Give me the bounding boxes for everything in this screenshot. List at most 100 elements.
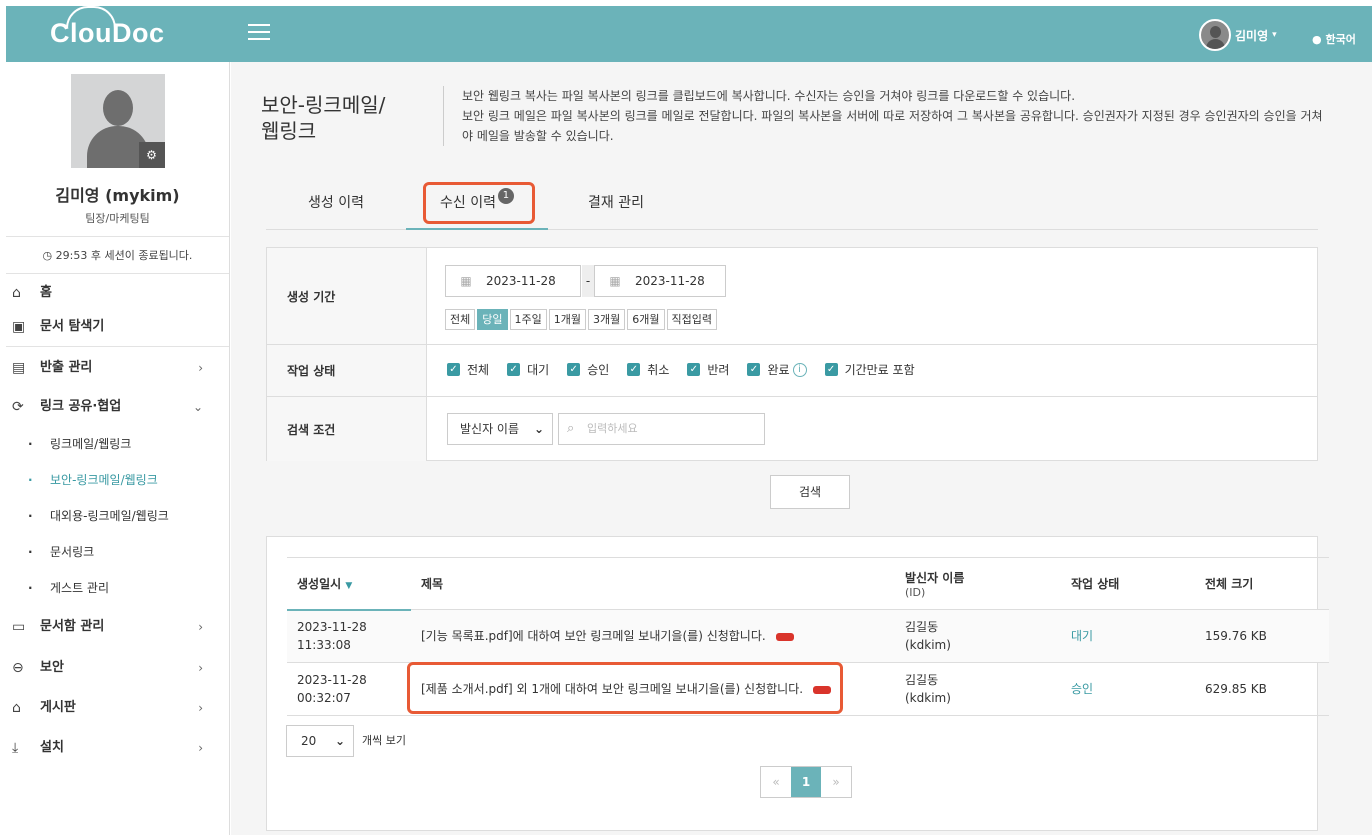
prev-page-button[interactable]: «	[761, 767, 791, 797]
next-page-button[interactable]: »	[821, 767, 851, 797]
range-custom-button[interactable]: 직접입력	[666, 309, 717, 330]
status-reject-checkbox[interactable]: ✓ 반려	[687, 361, 729, 378]
search-input[interactable]: ⌕ 입력하세요	[558, 413, 765, 445]
tab-created[interactable]: 생성 이력	[308, 192, 364, 212]
cell-date: 2023-11-28 00:32:07	[287, 662, 411, 716]
chevron-right-icon: ›	[198, 741, 203, 755]
avatar	[1199, 19, 1231, 51]
cell-sender: 김길동 (kdkim)	[895, 609, 1061, 663]
status-expired-checkbox[interactable]: ✓ 기간만료 포함	[824, 361, 915, 378]
cell-status[interactable]: 승인	[1061, 662, 1195, 716]
search-button[interactable]: 검색	[770, 475, 850, 509]
range-1month-button[interactable]: 1개월	[548, 309, 586, 330]
page-title: 보안-링크메일/ 웹링크	[261, 93, 386, 143]
profile-avatar: ⚙	[70, 74, 165, 168]
col-sender: 발신자 이름 (ID)	[895, 557, 1061, 610]
session-timer: ◷ 29:53 후 세션이 종료됩니다.	[6, 236, 229, 274]
top-bar: ClouDoc 김미영 ▾ ● 한국어	[6, 6, 1372, 62]
download-icon: ⤓	[12, 740, 19, 756]
cell-size: 629.85 KB	[1195, 662, 1329, 716]
sidebar: ⚙ 김미영 (mykim) 팀장/마케팅팀 ◷ 29:53 후 세션이 종료됩니…	[6, 62, 230, 835]
language-selector[interactable]: ● 한국어	[1312, 31, 1356, 47]
range-6month-button[interactable]: 6개월	[627, 309, 665, 330]
chevron-down-icon: ⌄	[334, 734, 345, 748]
date-from-input[interactable]: ▦ 2023-11-28	[445, 265, 581, 297]
quick-range-buttons: 전체 당일 1주일 1개월 3개월 6개월 직접입력	[445, 309, 719, 330]
explorer-icon: ▣	[12, 319, 26, 335]
filter-row-status: 작업 상태 ✓ 전체 ✓ 대기 ✓ 승인 ✓ 취소 ✓ 반려 ✓ 완료 i ✓ 기간만료 포함	[267, 345, 1317, 397]
profile-team: 팀장/마케팅팀	[85, 212, 150, 225]
info-icon[interactable]: i	[792, 362, 807, 377]
chevron-down-icon: ⌄	[533, 422, 544, 436]
page-size-select[interactable]: 20 ⌄	[286, 725, 354, 757]
user-menu[interactable]: 김미영 ▾	[1199, 19, 1277, 51]
col-size: 전체 크기	[1195, 557, 1329, 610]
user-name: 김미영	[1235, 28, 1269, 43]
pagination: « 1 »	[760, 766, 852, 798]
board-icon: ⌂	[12, 700, 21, 716]
date-to-input[interactable]: ▦ 2023-11-28	[594, 265, 726, 297]
gear-icon[interactable]: ⚙	[138, 142, 165, 168]
sidebar-item-external-linkmail[interactable]: 대외용-링크메일/웹링크	[6, 498, 229, 534]
sidebar-item-board[interactable]: ⌂ 게시판 ›	[6, 688, 229, 728]
sidebar-item-doclink[interactable]: 문서링크	[6, 534, 229, 570]
share-icon: ⟳	[12, 399, 24, 415]
logo[interactable]: ClouDoc	[50, 6, 165, 49]
sidebar-item-docbox[interactable]: ▭ 문서함 관리 ›	[6, 606, 229, 648]
status-all-checkbox[interactable]: ✓ 전체	[447, 361, 489, 378]
calendar-icon: ▦	[460, 274, 472, 288]
chevron-right-icon: ›	[198, 620, 203, 634]
status-done-checkbox[interactable]: ✓ 완료 i	[747, 361, 807, 378]
chevron-down-icon: ⌄	[192, 400, 203, 414]
page-description: 보안 웹링크 복사는 파일 복사본의 링크를 클립보드에 복사합니다. 수신자는…	[443, 86, 1333, 146]
cell-date: 2023-11-28 11:33:08	[287, 609, 411, 663]
cell-title[interactable]: [기능 목록표.pdf]에 대하여 보안 링크메일 보내기을(를) 신청합니다.	[411, 609, 895, 663]
status-wait-checkbox[interactable]: ✓ 대기	[507, 361, 549, 378]
range-3month-button[interactable]: 3개월	[588, 309, 626, 330]
search-field-select[interactable]: 발신자 이름 ⌄	[447, 413, 553, 445]
page-size-label: 개씩 보기	[362, 734, 406, 747]
status-approved-checkbox[interactable]: ✓ 승인	[567, 361, 609, 378]
tab-approval[interactable]: 결재 관리	[588, 192, 644, 212]
clock-icon: ◷	[42, 249, 53, 262]
chevron-right-icon: ›	[198, 701, 203, 715]
sidebar-menu: ⌂홈 ▣문서 탐색기 ▤반출 관리› ⟳링크 공유·협업⌄ 링크메일/웹링크 보…	[6, 274, 229, 768]
page-button[interactable]: 1	[791, 767, 821, 797]
export-icon: ▤	[12, 360, 26, 376]
calendar-icon: ▦	[609, 274, 621, 288]
sidebar-item-home[interactable]: ⌂ 홈	[6, 274, 229, 312]
sidebar-item-linkmail[interactable]: 링크메일/웹링크	[6, 426, 229, 462]
sidebar-item-install[interactable]: ⤓ 설치 ›	[6, 728, 229, 768]
cell-size: 159.76 KB	[1195, 609, 1329, 663]
sort-down-icon: ▼	[345, 580, 353, 591]
chevron-right-icon: ›	[198, 661, 203, 675]
tag-icon	[775, 632, 794, 641]
highlight-box	[423, 182, 535, 224]
home-icon: ⌂	[12, 285, 21, 301]
sidebar-item-secure-linkmail[interactable]: 보안-링크메일/웹링크	[6, 462, 229, 498]
sidebar-item-security[interactable]: ⊖ 보안 ›	[6, 648, 229, 688]
range-1week-button[interactable]: 1주일	[509, 309, 547, 330]
lock-icon: ⊖	[12, 660, 24, 676]
sidebar-item-link-share[interactable]: ⟳ 링크 공유·협업 ⌄	[6, 388, 229, 426]
sidebar-item-export[interactable]: ▤ 반출 관리 ›	[6, 346, 229, 388]
date-separator: -	[582, 265, 594, 297]
col-title: 제목	[411, 557, 895, 610]
table-row[interactable]: 2023-11-28 11:33:08 [기능 목록표.pdf]에 대하여 보안 …	[287, 609, 1329, 663]
range-all-button[interactable]: 전체	[445, 309, 476, 330]
menu-toggle-icon[interactable]	[248, 24, 270, 45]
range-today-button[interactable]: 당일	[477, 309, 508, 330]
sidebar-item-explorer[interactable]: ▣ 문서 탐색기	[6, 312, 229, 346]
search-icon: ⌕	[567, 421, 575, 436]
status-checkboxes: ✓ 전체 ✓ 대기 ✓ 승인 ✓ 취소 ✓ 반려 ✓ 완료 i ✓ 기간만료 포함	[447, 361, 933, 378]
chevron-right-icon: ›	[198, 361, 203, 375]
profile-name: 김미영 (mykim)	[55, 186, 180, 205]
folder-icon: ▭	[12, 619, 26, 635]
status-cancel-checkbox[interactable]: ✓ 취소	[627, 361, 669, 378]
cell-sender: 김길동 (kdkim)	[895, 662, 1061, 716]
col-date[interactable]: 생성일시 ▼	[287, 557, 411, 611]
caret-down-icon: ▾	[1272, 30, 1277, 40]
sidebar-item-guest[interactable]: 게스트 관리	[6, 570, 229, 606]
cell-status[interactable]: 대기	[1061, 609, 1195, 663]
filter-row-period: 생성 기간 ▦ 2023-11-28 - ▦ 2023-11-28 전체 당일 1주…	[267, 248, 1317, 345]
